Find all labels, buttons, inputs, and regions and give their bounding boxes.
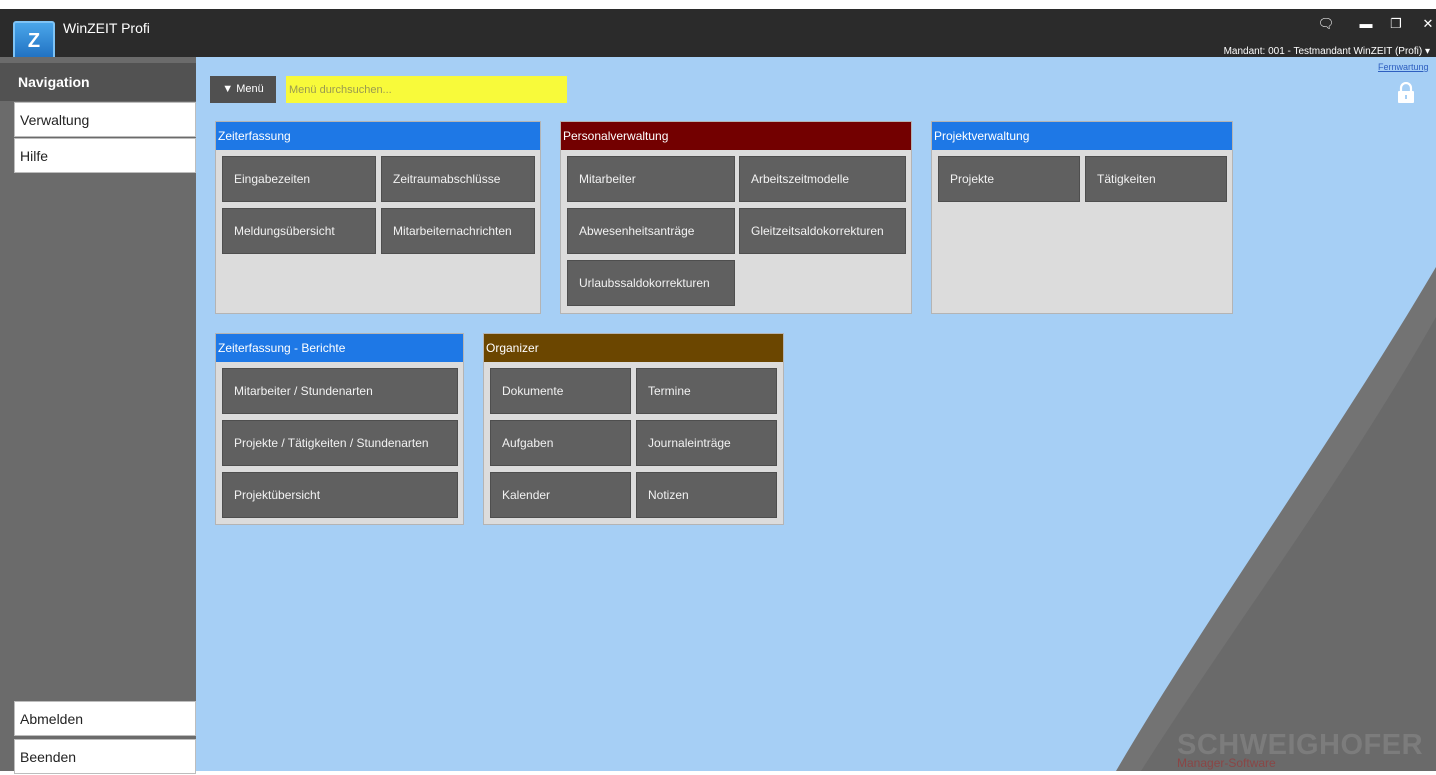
- feedback-icon[interactable]: 🗨: [1316, 16, 1336, 32]
- remote-maintenance-link[interactable]: Fernwartung: [1378, 62, 1429, 72]
- tile-abwesenheitsantraege[interactable]: Abwesenheitsanträge: [567, 208, 735, 254]
- tile-journaleintraege[interactable]: Journaleinträge: [636, 420, 777, 466]
- lock-icon[interactable]: [1397, 82, 1415, 104]
- tile-aufgaben[interactable]: Aufgaben: [490, 420, 631, 466]
- tile-projektuebersicht[interactable]: Projektübersicht: [222, 472, 458, 518]
- mandant-selector[interactable]: Mandant: 001 - Testmandant WinZEIT (Prof…: [1224, 46, 1430, 57]
- tile-gleitzeitsaldokorrekturen[interactable]: Gleitzeitsaldokorrekturen: [739, 208, 906, 254]
- tile-zeitraumabschluesse[interactable]: Zeitraumabschlüsse: [381, 156, 535, 202]
- tile-projekte-taetigkeiten-stundenarten[interactable]: Projekte / Tätigkeiten / Stundenarten: [222, 420, 458, 466]
- tile-mitarbeiter-stundenarten[interactable]: Mitarbeiter / Stundenarten: [222, 368, 458, 414]
- tile-kalender[interactable]: Kalender: [490, 472, 631, 518]
- sidebar-header: Navigation: [0, 63, 196, 101]
- sidebar-item-verwaltung[interactable]: Verwaltung: [14, 102, 196, 137]
- menu-button[interactable]: ▼ Menü: [210, 76, 276, 103]
- sidebar-item-hilfe[interactable]: Hilfe: [14, 138, 196, 173]
- tile-arbeitszeitmodelle[interactable]: Arbeitszeitmodelle: [739, 156, 906, 202]
- logout-button[interactable]: Abmelden: [14, 701, 196, 736]
- panel-projektverwaltung: Projektverwaltung Projekte Tätigkeiten: [931, 121, 1233, 314]
- panel-title: Projektverwaltung: [932, 122, 1232, 150]
- close-button[interactable]: ✕: [1418, 16, 1436, 32]
- app-title: WinZEIT Profi: [63, 20, 150, 36]
- panel-zeiterfassung: Zeiterfassung Eingabezeiten Zeitraumabsc…: [215, 121, 541, 314]
- panel-organizer: Organizer Dokumente Termine Aufgaben Jou…: [483, 333, 784, 525]
- tile-dokumente[interactable]: Dokumente: [490, 368, 631, 414]
- tile-eingabezeiten[interactable]: Eingabezeiten: [222, 156, 376, 202]
- tile-termine[interactable]: Termine: [636, 368, 777, 414]
- app-logo-icon: Z: [13, 21, 55, 61]
- tile-mitarbeiternachrichten[interactable]: Mitarbeiternachrichten: [381, 208, 535, 254]
- tile-taetigkeiten[interactable]: Tätigkeiten: [1085, 156, 1227, 202]
- tile-meldungsuebersicht[interactable]: Meldungsübersicht: [222, 208, 376, 254]
- panel-title: Zeiterfassung - Berichte: [216, 334, 463, 362]
- brand-tagline: Manager-Software: [1177, 756, 1276, 770]
- menu-search-input[interactable]: [286, 76, 567, 103]
- panel-title: Personalverwaltung: [561, 122, 911, 150]
- tile-urlaubssaldokorrekturen[interactable]: Urlaubssaldokorrekturen: [567, 260, 735, 306]
- tile-projekte[interactable]: Projekte: [938, 156, 1080, 202]
- minimize-button[interactable]: ▬: [1356, 16, 1376, 32]
- panel-title: Zeiterfassung: [216, 122, 540, 150]
- tile-mitarbeiter[interactable]: Mitarbeiter: [567, 156, 735, 202]
- tile-notizen[interactable]: Notizen: [636, 472, 777, 518]
- title-bar: Z WinZEIT Profi 🗨 ▬ ❐ ✕ Mandant: 001 - T…: [0, 9, 1436, 61]
- restore-button[interactable]: ❐: [1386, 16, 1406, 32]
- panel-title: Organizer: [484, 334, 783, 362]
- exit-button[interactable]: Beenden: [14, 739, 196, 774]
- panel-personalverwaltung: Personalverwaltung Mitarbeiter Arbeitsze…: [560, 121, 912, 314]
- panel-zeiterfassung-berichte: Zeiterfassung - Berichte Mitarbeiter / S…: [215, 333, 464, 525]
